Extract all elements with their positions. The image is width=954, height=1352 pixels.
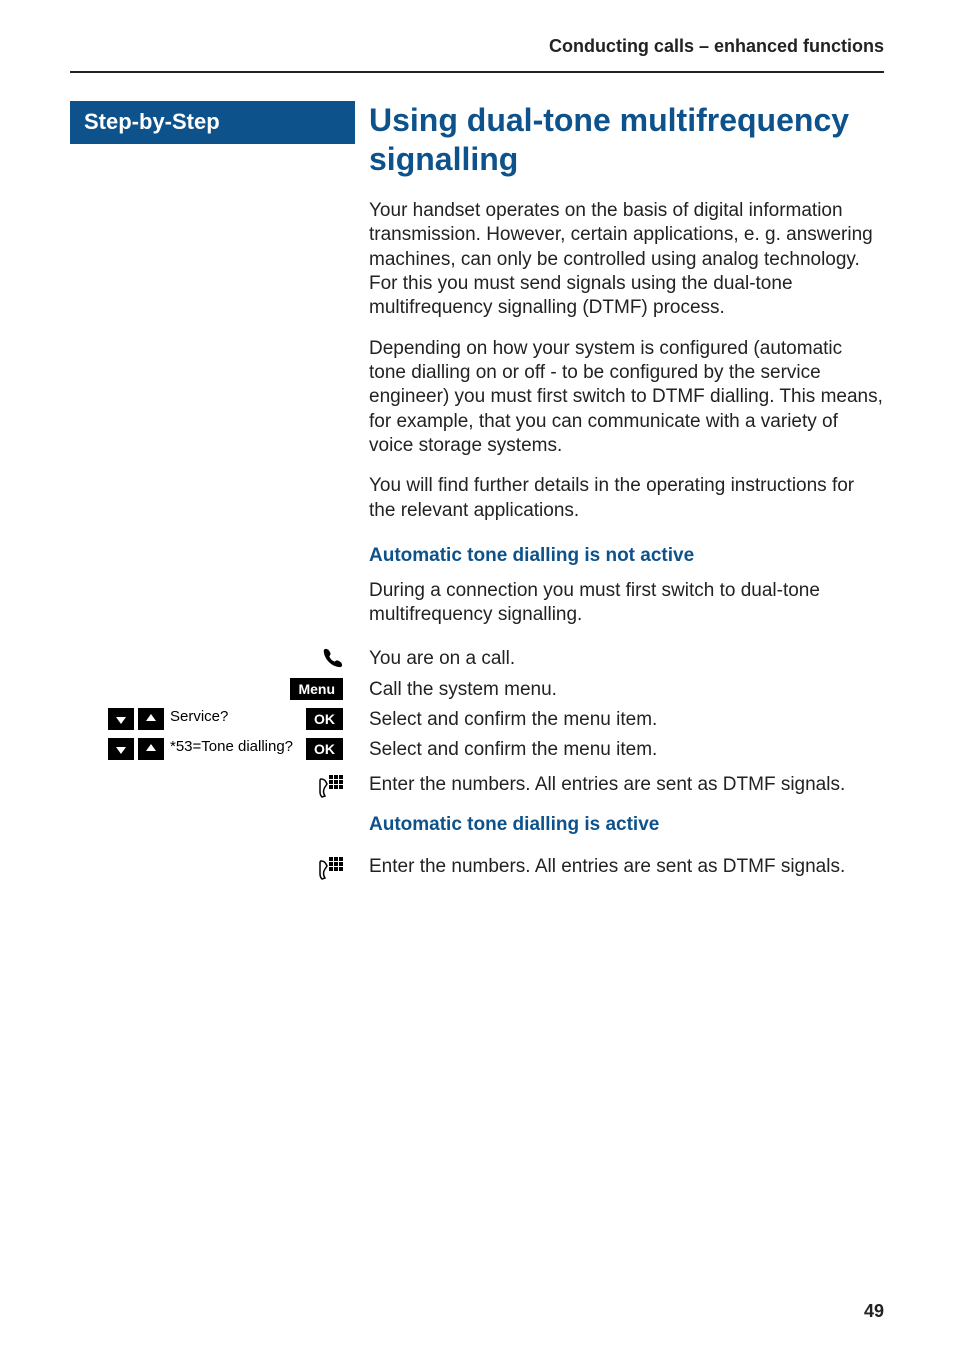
ok-button[interactable]: OK <box>306 708 343 730</box>
menu-button[interactable]: Menu <box>290 678 343 700</box>
subheading-row-active: Automatic tone dialling is active <box>70 813 884 849</box>
handset-icon <box>321 647 343 669</box>
two-column-layout: Step-by-Step Using dual-tone multifreque… <box>70 101 884 643</box>
down-arrow-button[interactable] <box>108 738 134 760</box>
running-header: Conducting calls – enhanced functions <box>70 32 884 71</box>
menu-item-service: Service? <box>168 708 302 730</box>
step-icon-col <box>70 773 355 799</box>
step-icon-col <box>70 647 355 669</box>
step-icon-col: Menu <box>70 678 355 700</box>
ok-button[interactable]: OK <box>306 738 343 760</box>
keypad-icon <box>317 855 343 881</box>
intro-paragraph-3: You will find further details in the ope… <box>369 474 884 523</box>
menu-item-tone-dialling: *53=Tone dialling? <box>168 738 302 760</box>
not-active-intro: During a connection you must first switc… <box>369 579 884 628</box>
page-number: 49 <box>864 1301 884 1322</box>
page-title: Using dual-tone multifrequency signallin… <box>369 101 884 179</box>
intro-paragraph-1: Your handset operates on the basis of di… <box>369 199 884 321</box>
intro-paragraph-2: Depending on how your system is configur… <box>369 337 884 459</box>
subheading-not-active: Automatic tone dialling is not active <box>369 545 884 567</box>
step-icon-col: Service? OK <box>70 708 355 730</box>
step-text: Select and confirm the menu item. <box>355 708 884 732</box>
step-by-step-header: Step-by-Step <box>70 101 355 144</box>
down-arrow-button[interactable] <box>108 708 134 730</box>
up-arrow-button[interactable] <box>138 708 164 730</box>
keypad-icon <box>317 773 343 799</box>
step-text: You are on a call. <box>355 647 884 671</box>
left-column: Step-by-Step <box>70 101 355 144</box>
step-row-on-call: You are on a call. <box>70 647 884 671</box>
step-icon-col <box>70 855 355 881</box>
step-row-enter-numbers: Enter the numbers. All entries are sent … <box>70 773 884 799</box>
step-row-menu: Menu Call the system menu. <box>70 678 884 702</box>
up-arrow-button[interactable] <box>138 738 164 760</box>
step-row-service: Service? OK Select and confirm the menu … <box>70 708 884 732</box>
step-row-tone-dialling: *53=Tone dialling? OK Select and confirm… <box>70 738 884 762</box>
step-icon-col: *53=Tone dialling? OK <box>70 738 355 760</box>
step-text: Enter the numbers. All entries are sent … <box>355 855 884 879</box>
page: Conducting calls – enhanced functions St… <box>0 0 954 1352</box>
step-row-enter-numbers-active: Enter the numbers. All entries are sent … <box>70 855 884 881</box>
step-text: Select and confirm the menu item. <box>355 738 884 762</box>
header-rule <box>70 71 884 73</box>
subheading-active: Automatic tone dialling is active <box>369 813 884 837</box>
step-text: Enter the numbers. All entries are sent … <box>355 773 884 797</box>
right-column: Using dual-tone multifrequency signallin… <box>355 101 884 643</box>
step-text: Call the system menu. <box>355 678 884 702</box>
